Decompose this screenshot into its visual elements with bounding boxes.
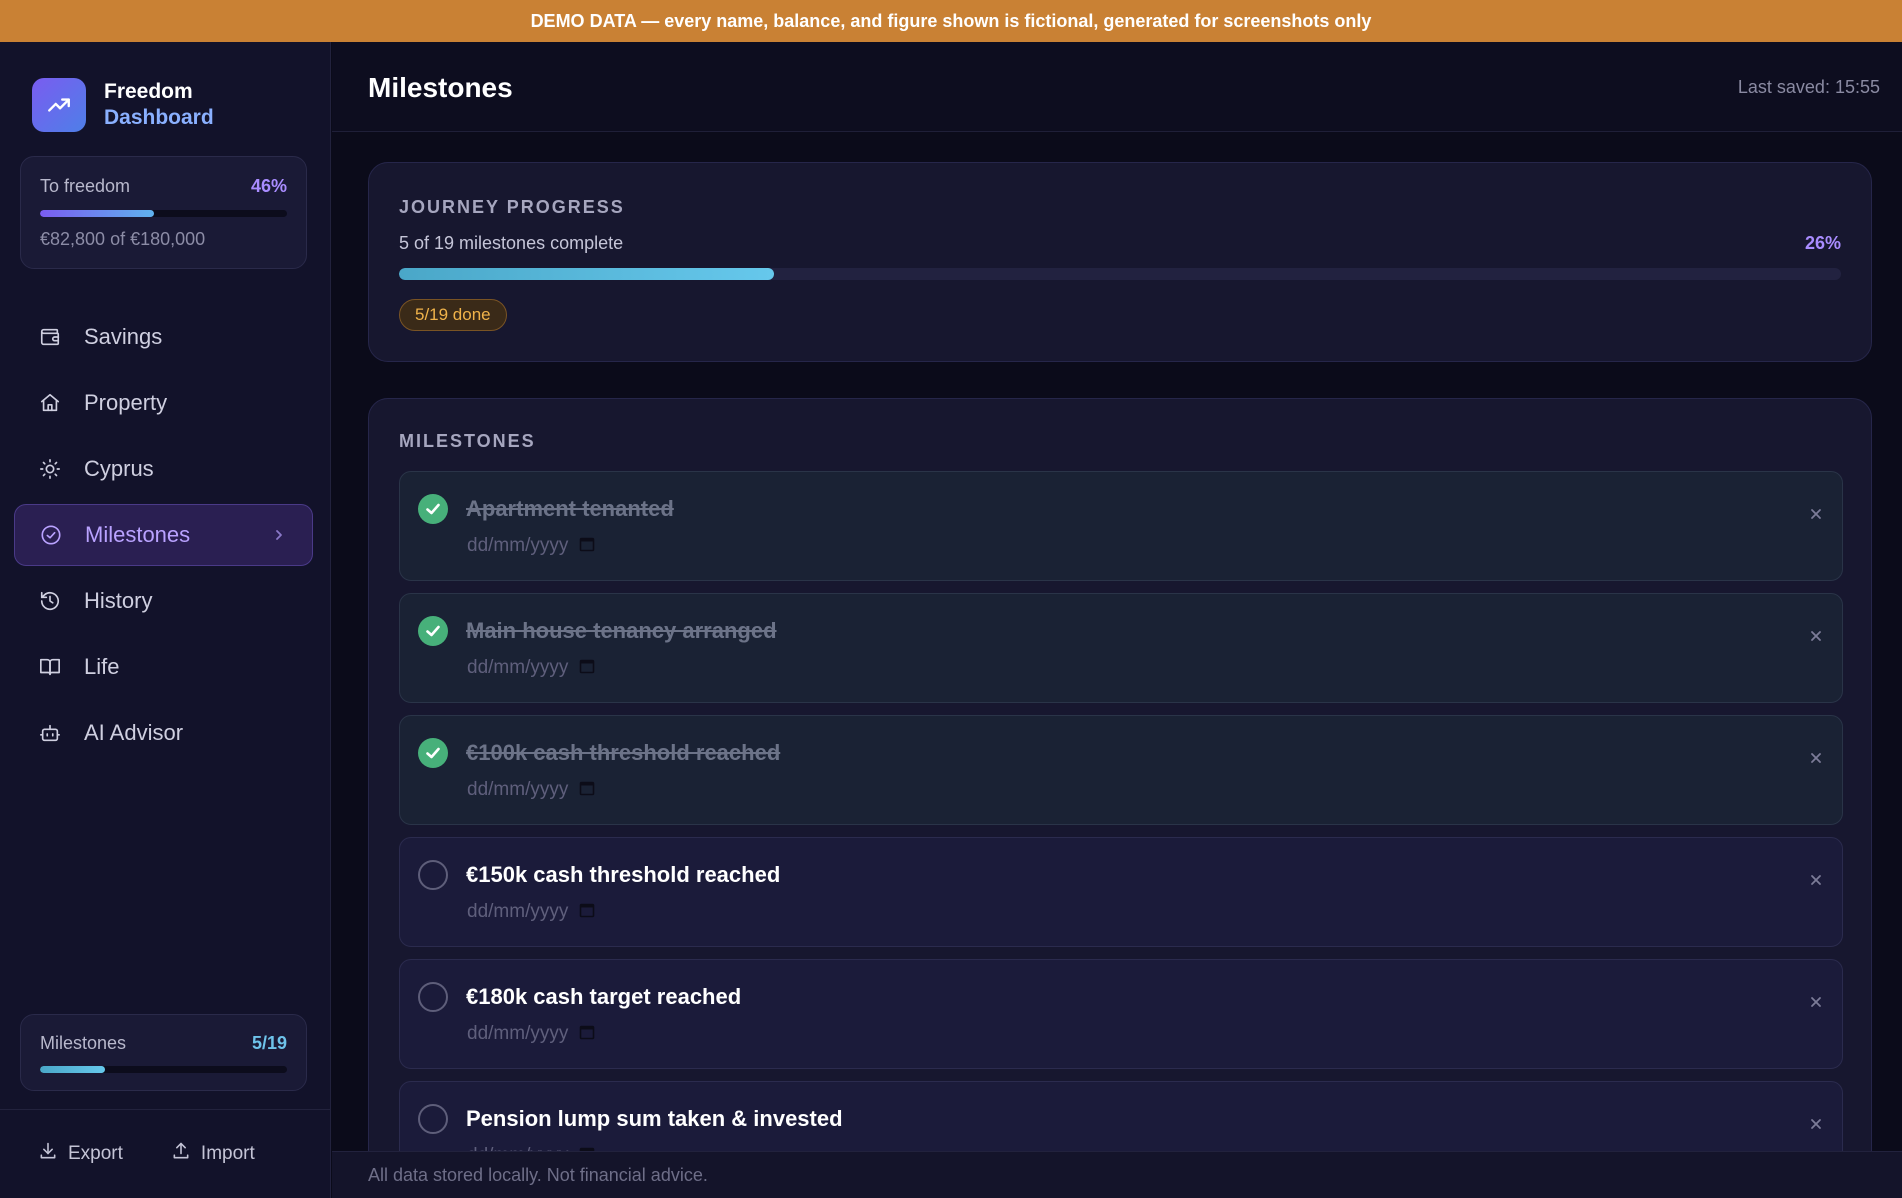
sidebar-item-property[interactable]: Property xyxy=(14,372,313,434)
milestones-list: Apartment tenanted Main house tenancy ar… xyxy=(399,471,1843,1198)
sidebar-item-life[interactable]: Life xyxy=(14,636,313,698)
freedom-progress-card: To freedom 46% €82,800 of €180,000 xyxy=(20,156,307,269)
brand-name: Freedom xyxy=(104,80,193,103)
milestone-title[interactable]: €150k cash threshold reached xyxy=(466,860,780,890)
freedom-progress-label: To freedom xyxy=(40,176,131,196)
sidebar-item-ai-advisor[interactable]: AI Advisor xyxy=(14,702,313,764)
calendar-icon[interactable] xyxy=(579,1024,595,1045)
check-icon xyxy=(426,747,440,759)
check-icon xyxy=(426,503,440,515)
sidebar-item-milestones[interactable]: Milestones xyxy=(14,504,313,566)
freedom-progress-percent: 46% xyxy=(250,176,287,196)
sidebar-item-cyprus[interactable]: Cyprus xyxy=(14,438,313,500)
calendar-icon[interactable] xyxy=(579,658,595,679)
milestone-title[interactable]: Main house tenancy arranged xyxy=(466,616,777,646)
wallet-icon xyxy=(38,325,62,349)
milestone-checkbox[interactable] xyxy=(418,738,448,768)
close-icon[interactable] xyxy=(1808,1116,1824,1132)
robot-icon xyxy=(38,721,62,745)
close-icon[interactable] xyxy=(1808,750,1824,766)
close-icon[interactable] xyxy=(1808,872,1824,888)
milestones-summary-count: 5/19 xyxy=(251,1033,287,1053)
milestones-summary-label: Milestones xyxy=(40,1033,127,1053)
sidebar-item-label: Milestones xyxy=(85,522,191,547)
milestones-card: MILESTONES Apartment tenanted Main house… xyxy=(368,398,1872,1198)
calendar-icon[interactable] xyxy=(579,780,595,801)
check-icon xyxy=(426,625,440,637)
brand-subtitle: Dashboard xyxy=(104,106,214,129)
milestone-item: Main house tenancy arranged xyxy=(399,593,1843,703)
sidebar-item-label: Savings xyxy=(84,324,163,349)
page-header: Milestones Last saved: 15:55 xyxy=(332,42,1902,132)
freedom-progress-bar xyxy=(40,210,287,217)
sidebar-item-history[interactable]: History xyxy=(14,570,313,632)
close-icon[interactable] xyxy=(1808,506,1824,522)
milestones-summary-fill xyxy=(40,1066,105,1073)
page-footer: All data stored locally. Not financial a… xyxy=(332,1151,1902,1198)
milestone-date-input[interactable] xyxy=(467,657,577,679)
sidebar-item-label: Cyprus xyxy=(84,456,154,481)
sidebar: Freedom Dashboard To freedom 46% €82,800… xyxy=(0,42,331,1198)
milestone-title[interactable]: €180k cash target reached xyxy=(466,982,741,1012)
calendar-icon[interactable] xyxy=(579,536,595,557)
milestone-item: €180k cash target reached xyxy=(399,959,1843,1069)
milestone-date-input[interactable] xyxy=(467,1023,577,1045)
import-button[interactable]: Import xyxy=(171,1141,255,1167)
sidebar-item-label: Property xyxy=(84,390,168,415)
milestone-date-input[interactable] xyxy=(467,779,577,801)
sidebar-footer: Export Import xyxy=(0,1109,331,1198)
milestone-checkbox[interactable] xyxy=(418,494,448,524)
download-icon xyxy=(38,1141,58,1167)
milestone-item: Apartment tenanted xyxy=(399,471,1843,581)
book-icon xyxy=(38,655,62,679)
journey-progress-percent: 26% xyxy=(1804,233,1841,253)
milestones-title: MILESTONES xyxy=(399,431,536,451)
upload-icon xyxy=(171,1141,191,1167)
footer-disclaimer: All data stored locally. Not financial a… xyxy=(368,1164,708,1185)
sidebar-item-label: Life xyxy=(84,654,120,679)
page-title: Milestones xyxy=(368,72,513,103)
milestone-checkbox[interactable] xyxy=(418,1104,448,1134)
brand[interactable]: Freedom Dashboard xyxy=(32,78,214,132)
journey-progress-title: JOURNEY PROGRESS xyxy=(399,197,625,217)
milestones-summary-bar xyxy=(40,1066,287,1073)
journey-progress-bar xyxy=(399,268,1841,280)
journey-progress-card: JOURNEY PROGRESS 5 of 19 milestones comp… xyxy=(368,162,1872,362)
milestone-date-input[interactable] xyxy=(467,901,577,923)
milestone-item: €100k cash threshold reached xyxy=(399,715,1843,825)
sidebar-item-savings[interactable]: Savings xyxy=(14,306,313,368)
chevron-right-icon xyxy=(272,525,286,551)
sidebar-item-label: AI Advisor xyxy=(84,720,184,745)
milestone-item: €150k cash threshold reached xyxy=(399,837,1843,947)
trending-up-icon xyxy=(32,78,86,132)
milestone-checkbox[interactable] xyxy=(418,982,448,1012)
check-circle-icon xyxy=(39,523,63,547)
milestone-title[interactable]: €100k cash threshold reached xyxy=(466,738,780,768)
import-label: Import xyxy=(200,1143,255,1164)
milestone-checkbox[interactable] xyxy=(418,616,448,646)
freedom-progress-fill xyxy=(40,210,154,217)
journey-progress-summary: 5 of 19 milestones complete xyxy=(399,233,624,253)
home-icon xyxy=(38,391,62,415)
journey-progress-fill xyxy=(399,268,774,280)
milestone-date-input[interactable] xyxy=(467,535,577,557)
last-saved-status: Last saved: 15:55 xyxy=(1737,77,1880,97)
sidebar-item-label: History xyxy=(84,588,153,613)
milestone-title[interactable]: Apartment tenanted xyxy=(466,494,674,524)
freedom-progress-detail: €82,800 of €180,000 xyxy=(40,229,206,249)
status-badge: 5/19 done xyxy=(399,299,507,331)
sun-icon xyxy=(38,457,62,481)
close-icon[interactable] xyxy=(1808,994,1824,1010)
export-label: Export xyxy=(68,1143,123,1164)
export-button[interactable]: Export xyxy=(38,1141,123,1167)
sidebar-nav: Savings Property Cyprus Milestones Histo… xyxy=(14,306,313,768)
milestone-checkbox[interactable] xyxy=(418,860,448,890)
milestones-summary-card: Milestones 5/19 xyxy=(20,1014,307,1091)
demo-data-banner: DEMO DATA — every name, balance, and fig… xyxy=(0,0,1902,42)
calendar-icon[interactable] xyxy=(579,902,595,923)
history-icon xyxy=(38,589,62,613)
close-icon[interactable] xyxy=(1808,628,1824,644)
milestone-title[interactable]: Pension lump sum taken & invested xyxy=(466,1104,843,1134)
